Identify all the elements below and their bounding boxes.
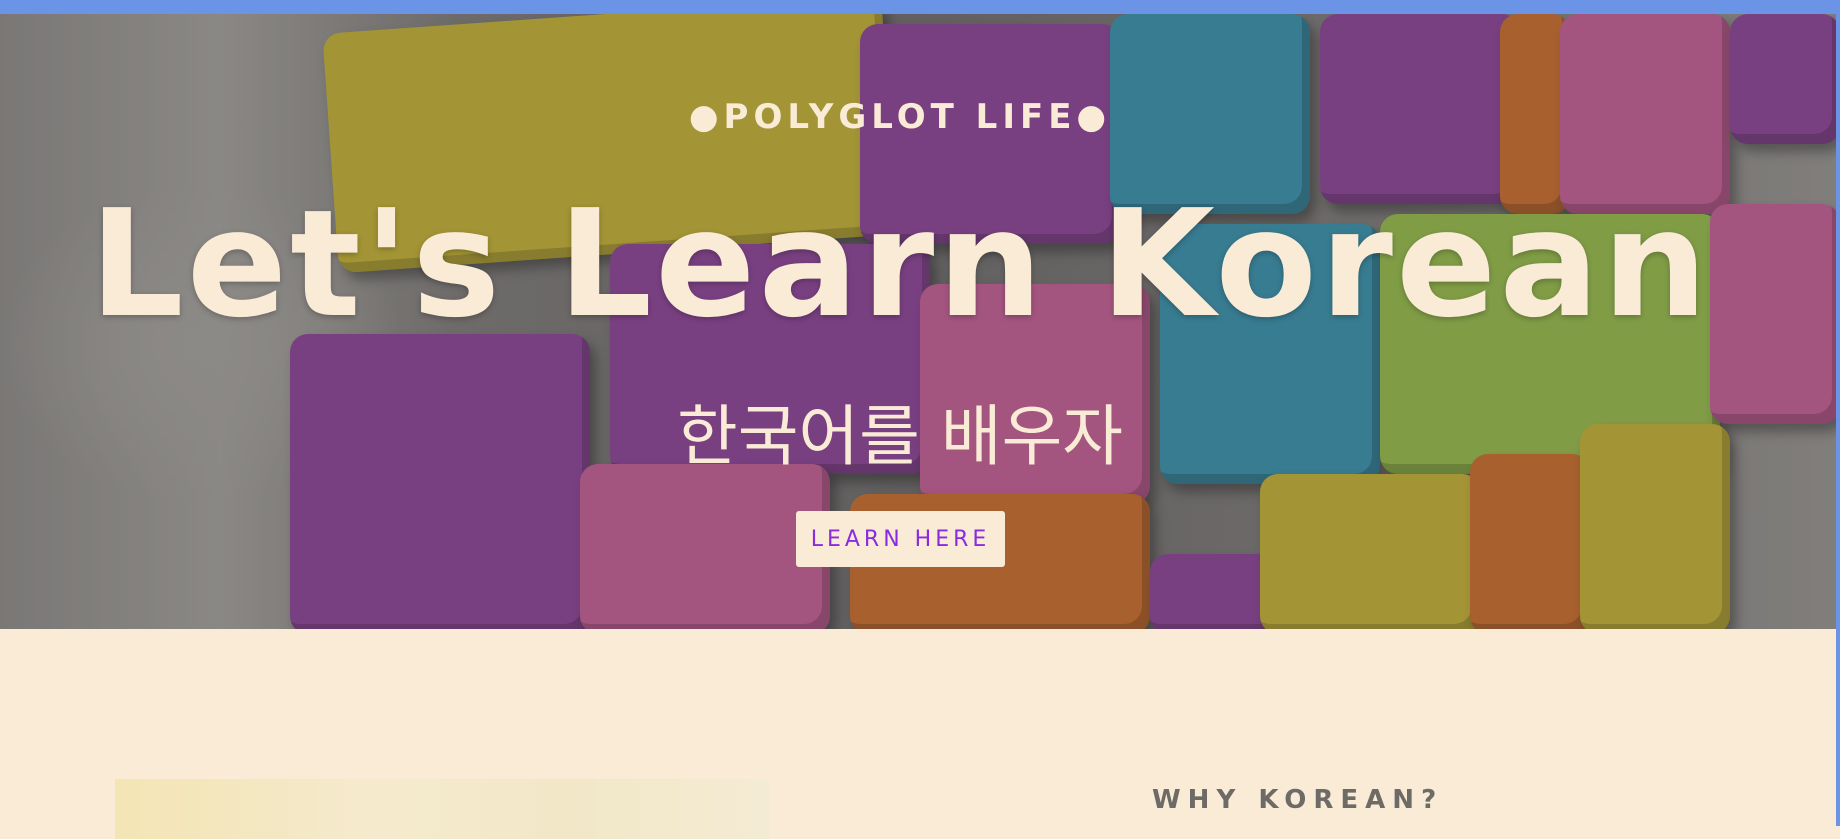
scrollbar[interactable] <box>1836 14 1840 826</box>
learn-here-button[interactable]: LEARN HERE <box>796 511 1005 567</box>
hero-title: Let's Learn Korean <box>89 178 1711 350</box>
why-korean-section: WHY KOREAN? <box>0 629 1836 839</box>
hero-banner: ●POLYGLOT LIFE● Let's Learn Korean 한국어를 … <box>0 14 1836 629</box>
section-heading: WHY KOREAN? <box>1152 785 1444 815</box>
hero-subtitle: 한국어를 배우자 <box>676 398 1124 475</box>
site-tagline: ●POLYGLOT LIFE● <box>688 97 1112 137</box>
hero-content: ●POLYGLOT LIFE● Let's Learn Korean 한국어를 … <box>0 14 1800 629</box>
section-image <box>115 779 769 839</box>
browser-top-bar <box>0 0 1840 14</box>
